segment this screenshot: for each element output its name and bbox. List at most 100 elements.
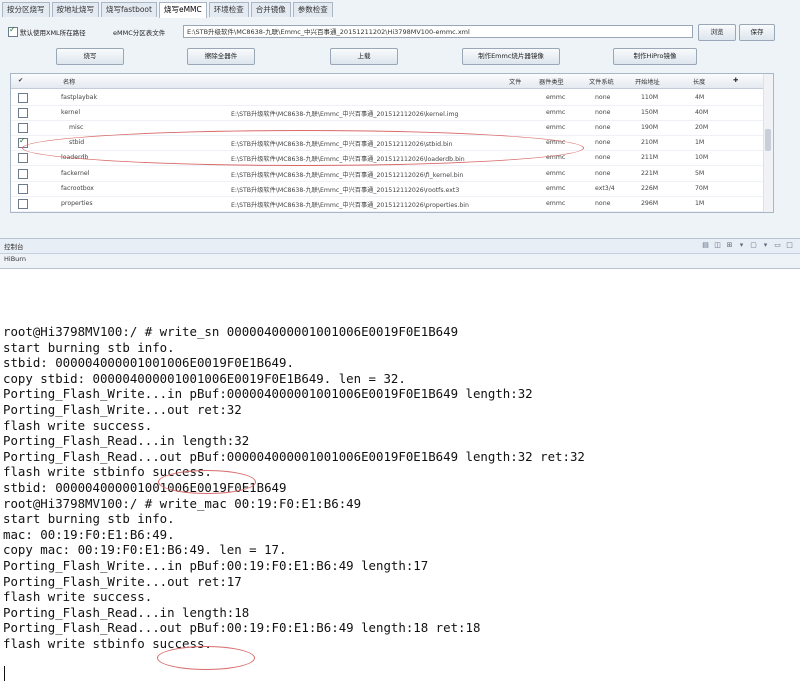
- terminal-line: copy mac: 00:19:F0:E1:B6:49. len = 17.: [3, 542, 287, 558]
- row-checkbox[interactable]: [18, 168, 28, 179]
- cell-length: 5M: [695, 169, 705, 177]
- tab-merge-image[interactable]: 合并镜像: [250, 2, 291, 17]
- col-name: 名称: [63, 79, 76, 86]
- cell-device: emmc: [546, 94, 566, 101]
- cell-length: 20M: [695, 124, 709, 132]
- terminal-line: copy stbid: 000004000001001006E0019F0E1B…: [3, 370, 406, 386]
- table-row[interactable]: kernel E:\STB升级软件\MC8638-九联\Emmc_中兴百事通_20…: [11, 105, 773, 122]
- cell-name: facrootbox: [61, 184, 94, 192]
- tab-partition-burn[interactable]: 按分区烧写: [2, 2, 50, 17]
- cell-file: E:\STB升级软件\MC8638-九联\Emmc_中兴百事通_20151211…: [231, 201, 469, 209]
- cell-start: 226M: [641, 184, 659, 192]
- console-title: 控制台: [4, 243, 24, 251]
- select-all-check-icon[interactable]: ✔: [18, 77, 23, 84]
- cell-start: 110M: [641, 94, 659, 101]
- open-console-icon[interactable]: ▾: [761, 241, 770, 250]
- row-checkbox[interactable]: [18, 198, 28, 209]
- tab-fastboot-burn[interactable]: 烧写fastboot: [101, 2, 157, 17]
- table-header: ✔ 名称 文件 器件类型 文件系统 开始地址 长度 ✚: [11, 74, 773, 89]
- terminal-line: Porting_Flash_Read...in length:32: [3, 433, 250, 449]
- save-button[interactable]: 保存: [739, 24, 775, 41]
- cell-start: 210M: [641, 139, 659, 147]
- terminal-line: flash write success.: [3, 589, 153, 605]
- cell-start: 190M: [641, 124, 659, 132]
- table-row[interactable]: fastplaybak emmc none 110M 4M: [11, 90, 773, 106]
- console-subtitle: HiBurn: [4, 255, 26, 263]
- maximize-icon[interactable]: □: [785, 241, 794, 250]
- pin-console-icon[interactable]: ⊞: [725, 241, 734, 250]
- clear-console-icon[interactable]: ▤: [701, 241, 710, 250]
- cell-fs: ext3/4: [595, 184, 615, 192]
- cell-length: 1M: [695, 199, 705, 207]
- terminal-line: Porting_Flash_Write...out ret:32: [3, 401, 242, 417]
- terminal-line: Porting_Flash_Write...in pBuf:00:19:F0:E…: [3, 557, 429, 573]
- cell-fs: none: [595, 94, 611, 101]
- table-scrollbar-thumb[interactable]: [765, 129, 771, 151]
- row-checkbox[interactable]: [18, 183, 28, 194]
- table-row[interactable]: properties E:\STB升级软件\MC8638-九联\Emmc_中兴百事…: [11, 196, 773, 212]
- success-highlight-1: [158, 470, 256, 494]
- make-hipro-image-button[interactable]: 制作HiPro镜像: [613, 48, 697, 65]
- cell-fs: none: [595, 169, 611, 177]
- terminal-line: Porting_Flash_Write...out ret:17: [3, 573, 242, 589]
- cell-length: 40M: [695, 109, 709, 117]
- terminal-line: Porting_Flash_Read...in length:18: [3, 604, 250, 620]
- burn-button[interactable]: 烧写: [56, 48, 124, 65]
- terminal-line: Porting_Flash_Read...out pBuf:0000040000…: [3, 448, 585, 464]
- cell-file: E:\STB升级软件\MC8638-九联\Emmc_中兴百事通_20151211…: [231, 186, 460, 194]
- upload-button[interactable]: 上载: [330, 48, 398, 65]
- path-row: 默认使用XML所在路径 eMMC分区表文件 E:\STB升级软件\MC8638-…: [8, 24, 792, 41]
- console-bar: 控制台 ▤ ◫ ⊞ ▾ ▢ ▾ ▭ □: [0, 238, 800, 254]
- partition-table-path-input[interactable]: E:\STB升级软件\MC8638-九联\Emmc_中兴百事通_20151211…: [183, 25, 693, 38]
- new-console-icon[interactable]: ▢: [749, 241, 758, 250]
- row-checkbox[interactable]: [18, 108, 28, 119]
- minimize-icon[interactable]: ▭: [773, 241, 782, 250]
- success-highlight-2: [157, 646, 255, 670]
- terminal-line: Porting_Flash_Write...in pBuf:0000040000…: [3, 386, 533, 402]
- cell-device: emmc: [546, 124, 566, 132]
- app-root: 按分区烧写 按地址烧写 烧写fastboot 烧写eMMC 环境检查 合并镜像 …: [0, 0, 800, 686]
- tab-emmc-burn[interactable]: 烧写eMMC: [158, 2, 207, 18]
- cell-length: 70M: [695, 184, 709, 192]
- row-checkbox[interactable]: [18, 93, 28, 103]
- terminal-line: flash write stbinfo success.: [3, 635, 212, 651]
- cell-name: fackernel: [61, 169, 90, 177]
- terminal-line: start burning stb info.: [3, 339, 175, 355]
- display-console-icon[interactable]: ▾: [737, 241, 746, 250]
- scroll-lock-icon[interactable]: ◫: [713, 241, 722, 250]
- cell-fs: none: [595, 199, 611, 207]
- cell-fs: none: [595, 109, 611, 117]
- erase-all-button[interactable]: 擦除全器件: [187, 48, 255, 65]
- cell-file: E:\STB升级软件\MC8638-九联\Emmc_中兴百事通_20151211…: [231, 111, 459, 119]
- cell-start: 211M: [641, 154, 659, 162]
- cell-fs: none: [595, 124, 611, 132]
- table-row[interactable]: facrootbox E:\STB升级软件\MC8638-九联\Emmc_中兴百事…: [11, 181, 773, 197]
- cell-start: 150M: [641, 109, 659, 117]
- col-device-type: 器件类型: [539, 79, 564, 86]
- terminal-cursor: [4, 666, 5, 681]
- use-xml-path-checkbox[interactable]: [8, 25, 18, 37]
- col-file: 文件: [509, 79, 522, 86]
- tab-env-check[interactable]: 环境检查: [208, 2, 249, 17]
- add-partition-icon[interactable]: ✚: [733, 77, 738, 84]
- cell-length: 10M: [695, 154, 709, 162]
- tab-param-check[interactable]: 参数检查: [292, 2, 333, 17]
- tab-address-burn[interactable]: 按地址烧写: [51, 2, 99, 17]
- tab-strip: 按分区烧写 按地址烧写 烧写fastboot 烧写eMMC 环境检查 合并镜像 …: [2, 2, 335, 18]
- stbid-row-highlight: [22, 130, 584, 166]
- browse-button[interactable]: 浏览: [698, 24, 736, 41]
- cell-start: 296M: [641, 199, 659, 207]
- col-length: 长度: [693, 79, 706, 86]
- cell-file: E:\STB升级软件\MC8638-九联\Emmc_中兴百事通_20151211…: [231, 171, 464, 179]
- make-emmc-image-button[interactable]: 制作Emmc烧片器镜像: [462, 48, 560, 65]
- cell-device: emmc: [546, 109, 566, 117]
- table-scrollbar[interactable]: [763, 74, 773, 212]
- terminal-line: start burning stb info.: [3, 511, 175, 527]
- row-checkbox[interactable]: [18, 123, 28, 134]
- terminal-line: mac: 00:19:F0:E1:B6:49.: [3, 526, 175, 542]
- cell-length: 1M: [695, 139, 705, 147]
- row-checkbox[interactable]: [18, 153, 28, 164]
- table-row[interactable]: fackernel E:\STB升级软件\MC8638-九联\Emmc_中兴百事通…: [11, 166, 773, 182]
- terminal-line: root@Hi3798MV100:/ # write_mac 00:19:F0:…: [3, 495, 362, 511]
- serial-terminal-output: root@Hi3798MV100:/ # write_sn 0000040000…: [3, 324, 798, 651]
